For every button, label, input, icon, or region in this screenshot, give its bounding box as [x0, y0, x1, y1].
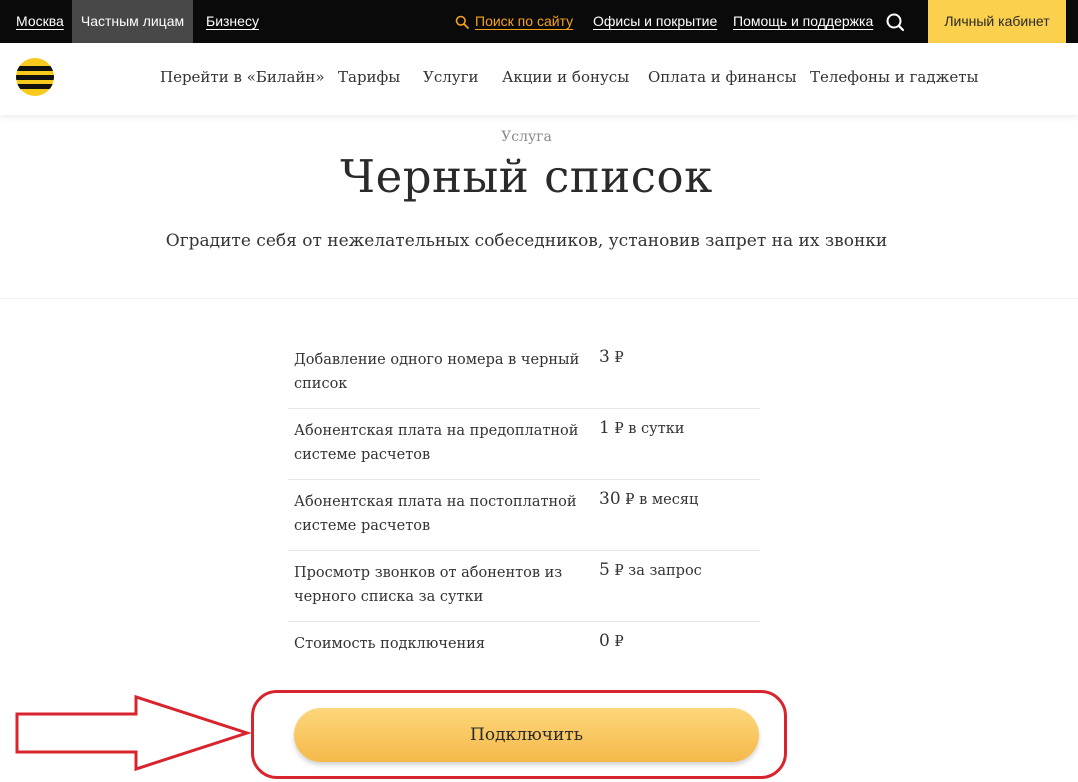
price-label: Абонентская плата на предоплатной системе… [294, 423, 579, 463]
site-search-label: Поиск по сайту [475, 13, 574, 29]
personal-account-button[interactable]: Личный кабинет [928, 0, 1066, 43]
price-value: 30 ₽ в месяц [599, 489, 699, 509]
main-nav: Перейти в «Билайн» Тарифы Услуги Акции и… [0, 43, 1078, 115]
price-row: Просмотр звонков от абонентов из черного … [288, 551, 760, 622]
price-label: Добавление одного номера в черный список [294, 352, 580, 392]
top-bar: Москва Частным лицам Бизнесу Поиск по са… [0, 0, 1078, 43]
service-eyebrow: Услуга [501, 129, 552, 145]
price-value: 1 ₽ в сутки [599, 418, 685, 438]
offices-coverage-link[interactable]: Офисы и покрытие [593, 0, 717, 43]
beeline-logo[interactable] [16, 58, 54, 96]
price-value: 0 ₽ [599, 631, 624, 651]
site-search-link[interactable]: Поиск по сайту [455, 0, 573, 43]
city-selector[interactable]: Москва [16, 0, 64, 43]
nav-item-phones[interactable]: Телефоны и гаджеты [810, 68, 978, 86]
price-value: 5 ₽ за запрос [599, 560, 702, 580]
tab-private-clients[interactable]: Частным лицам [72, 0, 193, 43]
price-label: Просмотр звонков от абонентов из черного … [294, 565, 563, 605]
search-icon[interactable] [884, 11, 906, 33]
tab-business[interactable]: Бизнесу [206, 0, 259, 43]
nav-item-tariffs[interactable]: Тарифы [338, 68, 400, 86]
page-title: Черный список [340, 150, 713, 203]
price-label: Абонентская плата на постоплатной системе… [294, 494, 577, 534]
price-row: Стоимость подключения 0 ₽ [288, 622, 760, 672]
price-value: 3 ₽ [599, 347, 624, 367]
nav-item-services[interactable]: Услуги [423, 68, 478, 86]
help-support-link[interactable]: Помощь и поддержка [733, 0, 873, 43]
price-row: Абонентская плата на постоплатной системе… [288, 480, 760, 551]
price-row: Абонентская плата на предоплатной системе… [288, 409, 760, 480]
nav-item-payment[interactable]: Оплата и финансы [648, 68, 797, 86]
section-divider [0, 298, 1078, 299]
price-row: Добавление одного номера в черный список … [288, 338, 760, 409]
nav-item-go-to-beeline[interactable]: Перейти в «Билайн» [160, 68, 325, 86]
annotation-arrow-icon [15, 694, 252, 772]
page-subtitle: Оградите себя от нежелательных собеседни… [165, 231, 888, 251]
search-icon [455, 15, 469, 30]
price-label: Стоимость подключения [294, 636, 486, 652]
nav-item-promotions[interactable]: Акции и бонусы [502, 68, 629, 86]
connect-button[interactable]: Подключить [294, 708, 759, 762]
price-table: Добавление одного номера в черный список … [288, 338, 760, 672]
